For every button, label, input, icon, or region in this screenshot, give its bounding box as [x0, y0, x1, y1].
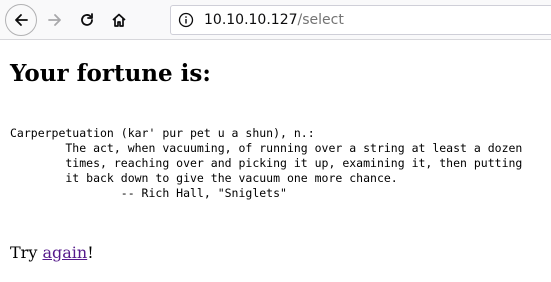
- fortune-line: Carperpetuation (kar' pur pet u a shun),…: [10, 126, 315, 140]
- again-link[interactable]: again: [42, 243, 87, 262]
- arrow-left-icon: [15, 14, 28, 26]
- fortune-line: it back down to give the vacuum one more…: [10, 171, 398, 185]
- home-icon: [112, 13, 126, 27]
- home-button[interactable]: [103, 4, 135, 36]
- fortune-line: The act, when vacuuming, of running over…: [10, 141, 523, 155]
- fortune-text: Carperpetuation (kar' pur pet u a shun),…: [10, 126, 522, 201]
- try-again-line: Try again!: [10, 243, 94, 262]
- page-heading: Your fortune is:: [10, 60, 211, 87]
- try-prefix: Try: [10, 243, 43, 262]
- info-circle-icon[interactable]: [171, 6, 201, 34]
- forward-button[interactable]: [39, 4, 71, 36]
- reload-icon: [81, 13, 93, 26]
- url-bar[interactable]: 10.10.10.127/select: [170, 5, 551, 35]
- try-suffix: !: [87, 243, 94, 262]
- fortune-line: -- Rich Hall, "Sniglets": [10, 186, 287, 200]
- url-path: /select: [297, 12, 344, 28]
- url-host: 10.10.10.127: [204, 12, 298, 28]
- reload-button[interactable]: [71, 4, 103, 36]
- url-text[interactable]: 10.10.10.127/select: [204, 12, 344, 28]
- back-button[interactable]: [5, 4, 37, 36]
- fortune-line: times, reaching over and picking it up, …: [10, 156, 523, 170]
- browser-toolbar: 10.10.10.127/select: [0, 0, 551, 40]
- arrow-right-icon: [48, 14, 61, 26]
